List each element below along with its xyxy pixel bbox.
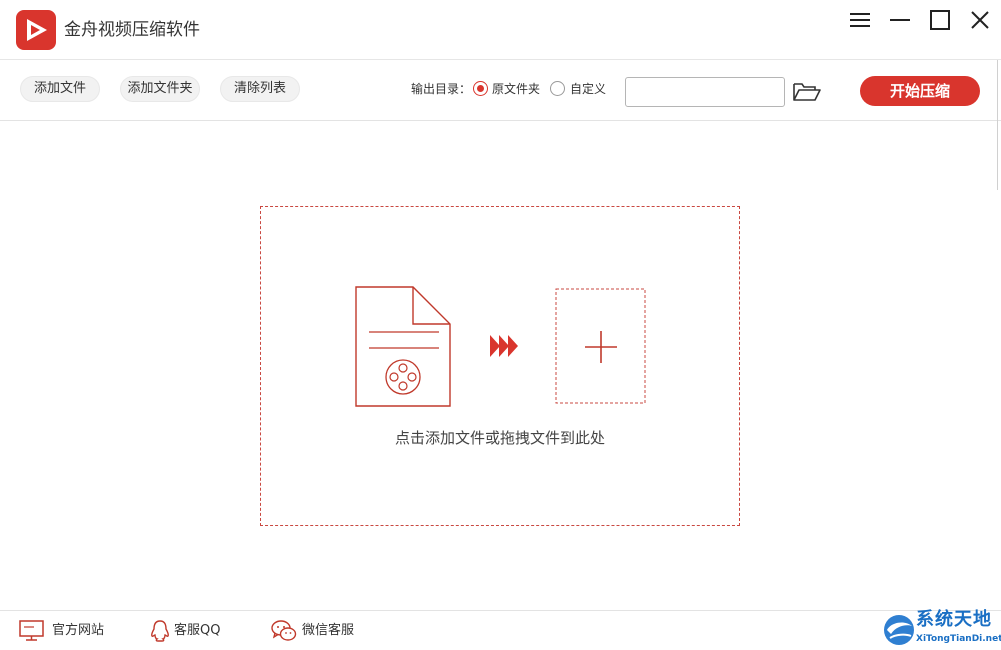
app-title: 金舟视频压缩软件: [64, 20, 200, 40]
drop-hint-text: 点击添加文件或拖拽文件到此处: [394, 429, 605, 447]
watermark-title: 系统天地: [916, 609, 992, 630]
qq-support-label: 客服QQ: [174, 623, 221, 638]
toolbar: 添加文件 添加文件夹 清除列表 输出目录： 原文件夹 自定义 开始压缩: [0, 60, 1001, 121]
window-edge: [997, 60, 998, 190]
app-logo-icon: [16, 10, 56, 50]
official-website-label: 官方网站: [52, 623, 105, 638]
drop-illustration: [355, 286, 646, 407]
radio-original-folder-label[interactable]: 原文件夹: [492, 80, 540, 98]
minimize-icon[interactable]: [882, 8, 918, 34]
close-icon[interactable]: [962, 8, 998, 34]
watermark-subtitle: XiTongTianDi.net: [916, 634, 1001, 644]
forward-arrows-icon: [490, 335, 518, 357]
wechat-support-link[interactable]: 微信客服: [270, 619, 370, 643]
output-path-input[interactable]: [625, 77, 785, 107]
monitor-icon: [19, 620, 44, 641]
qq-icon: [151, 620, 169, 642]
clear-list-button[interactable]: 清除列表: [220, 76, 300, 102]
radio-custom[interactable]: [550, 81, 565, 96]
watermark-logo-icon: [884, 615, 914, 645]
wechat-support-label: 微信客服: [302, 623, 355, 638]
add-icon: [555, 288, 646, 404]
footer-bar: 官方网站 客服QQ 微信客服: [0, 610, 1001, 650]
watermark: 系统天地 XiTongTianDi.net: [880, 606, 1001, 650]
open-folder-icon[interactable]: [792, 80, 822, 104]
wechat-icon: [271, 620, 297, 641]
radio-custom-label[interactable]: 自定义: [570, 80, 606, 98]
start-compress-button[interactable]: 开始压缩: [860, 76, 980, 106]
maximize-icon[interactable]: [922, 8, 958, 34]
official-website-link[interactable]: 官方网站: [18, 619, 108, 643]
file-drop-zone[interactable]: 点击添加文件或拖拽文件到此处: [260, 206, 740, 526]
add-folder-button[interactable]: 添加文件夹: [120, 76, 200, 102]
output-dir-label: 输出目录：: [411, 82, 472, 96]
radio-original-folder[interactable]: [473, 81, 488, 96]
qq-support-link[interactable]: 客服QQ: [150, 619, 230, 643]
menu-icon[interactable]: [842, 8, 878, 34]
add-file-button[interactable]: 添加文件: [20, 76, 100, 102]
title-bar: 金舟视频压缩软件: [0, 0, 1001, 60]
video-file-icon: [355, 286, 451, 407]
